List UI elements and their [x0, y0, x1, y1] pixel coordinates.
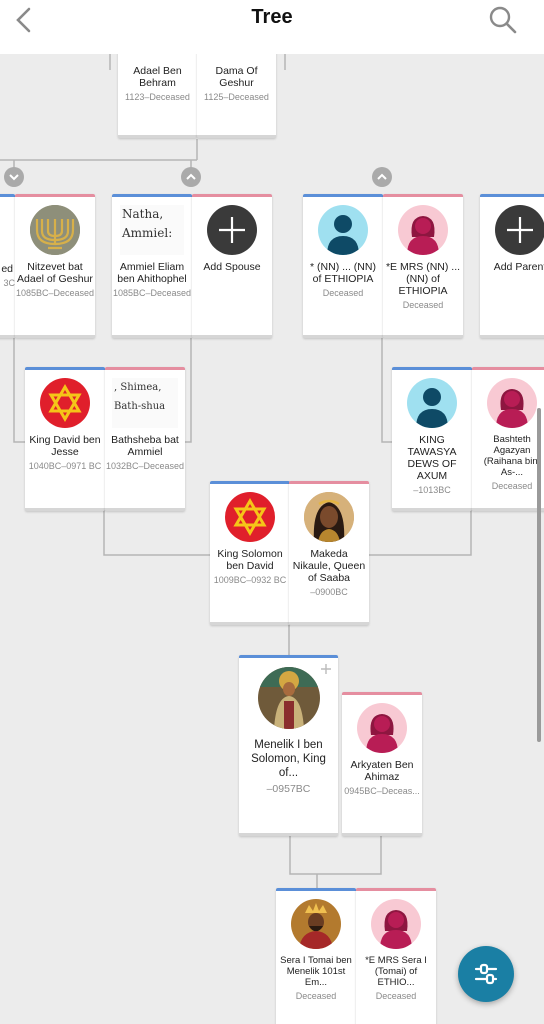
person-card[interactable]: Menelik I ben Solomon, King of... –0957B…: [239, 655, 338, 836]
male-avatar-icon: [407, 378, 457, 428]
person-card[interactable]: ed 3C: [0, 194, 15, 338]
menorah-icon: [30, 205, 80, 255]
person-name: KING TAWASYA DEWS OF AXUM: [407, 434, 457, 482]
add-spouse-label: Add Spouse: [203, 261, 261, 273]
female-avatar-icon: [398, 205, 448, 255]
search-icon: [489, 6, 517, 34]
tree-canvas[interactable]: Adael Ben Behram 1123–Deceased Dama Of G…: [0, 54, 544, 1024]
document-text: Natha, Ammiel:: [122, 207, 173, 240]
collapse-toggle[interactable]: [181, 167, 201, 187]
app-header: Tree: [0, 0, 544, 54]
person-dates: Deceased: [402, 300, 444, 310]
person-dates: 1125–Deceased: [204, 92, 269, 102]
chevron-down-icon: [9, 174, 19, 181]
document-text: , Shimea, Bath-shua: [114, 382, 166, 412]
person-dates: 1085BC–Deceased: [112, 288, 192, 298]
person-name: Bashteth Agazyan (Raihana bint As-...: [483, 434, 541, 478]
chevron-up-icon: [186, 173, 196, 180]
collapse-toggle[interactable]: [372, 167, 392, 187]
person-name: Adael Ben Behram: [133, 65, 182, 89]
person-name: Menelik I ben Solomon, King of...: [251, 739, 326, 779]
person-card[interactable]: King Solomon ben David 1009BC–0932 BC: [210, 481, 290, 625]
person-dates: 1123–Deceased: [125, 92, 190, 102]
person-name: King David ben Jesse: [29, 434, 101, 458]
person-name: * (NN) ... (NN) of ETHIOPIA: [310, 261, 376, 285]
avatar: [30, 205, 80, 255]
person-dates: 1032BC–Deceased: [105, 461, 185, 471]
person-card[interactable]: * (NN) ... (NN) of ETHIOPIA Deceased: [303, 194, 383, 338]
person-name: ed: [1, 263, 13, 275]
person-card[interactable]: King David ben Jesse 1040BC–0971 BC: [25, 367, 105, 511]
filter-sliders-icon: [474, 963, 498, 985]
document-thumbnail: Natha, Ammiel:: [120, 205, 184, 255]
person-card[interactable]: *E MRS Sera I (Tomai) of ETHIO... Deceas…: [356, 888, 436, 1024]
male-avatar-icon: [318, 205, 368, 255]
person-card[interactable]: Nitzevet bat Adael of Geshur 1085BC–Dece…: [15, 194, 95, 338]
female-avatar-icon: [357, 703, 407, 753]
person-dates: 0945BC–Deceas...: [344, 786, 420, 796]
person-dates: Deceased: [295, 991, 337, 1001]
person-card[interactable]: Arkyaten Ben Ahimaz 0945BC–Deceas...: [342, 692, 422, 836]
add-icon: [207, 205, 257, 255]
person-dates: Deceased: [491, 481, 533, 491]
person-name: Sera I Tomai ben Menelik 101st Em...: [280, 955, 352, 988]
person-name: Ammiel Eliam ben Ahithophel: [117, 261, 187, 285]
portrait-photo: [291, 899, 341, 949]
person-card[interactable]: , Shimea, Bath-shua Bathsheba bat Ammiel…: [105, 367, 185, 511]
person-dates: 1009BC–0932 BC: [213, 575, 287, 585]
person-dates: Deceased: [322, 288, 364, 298]
person-name: Arkyaten Ben Ahimaz: [350, 759, 414, 783]
person-card[interactable]: Makeda Nikaule, Queen of Saaba –0900BC: [289, 481, 369, 625]
portrait-photo: [304, 492, 354, 542]
person-dates: –0957BC: [266, 783, 311, 795]
expand-toggle[interactable]: [4, 167, 24, 187]
person-card[interactable]: *E MRS (NN) ... (NN) of ETHIOPIA Decease…: [383, 194, 463, 338]
search-button[interactable]: [488, 5, 518, 35]
person-card[interactable]: KING TAWASYA DEWS OF AXUM –1013BC: [392, 367, 472, 511]
add-parent-card[interactable]: Add Parent: [480, 194, 544, 338]
person-name: Bathsheba bat Ammiel: [111, 434, 179, 458]
add-icon: [495, 205, 544, 255]
person-card[interactable]: Bashteth Agazyan (Raihana bint As-... De…: [472, 367, 544, 511]
person-dates: –0900BC: [310, 587, 348, 597]
female-avatar-icon: [371, 899, 421, 949]
portrait-photo: [257, 667, 320, 729]
person-dates: 3C: [3, 278, 15, 288]
person-name: Nitzevet bat Adael of Geshur: [17, 261, 93, 285]
person-card[interactable]: Natha, Ammiel: Ammiel Eliam ben Ahithoph…: [112, 194, 192, 338]
plus-icon[interactable]: [320, 662, 332, 674]
person-name: King Solomon ben David: [217, 548, 283, 572]
person-dates: –1013BC: [413, 485, 451, 495]
vertical-scrollbar[interactable]: [537, 408, 541, 742]
star-of-david-icon: [225, 492, 275, 542]
person-name: Makeda Nikaule, Queen of Saaba: [292, 548, 366, 584]
person-name: *E MRS Sera I (Tomai) of ETHIO...: [365, 955, 427, 988]
person-dates: 1085BC–Deceased: [15, 288, 95, 298]
person-card[interactable]: Adael Ben Behram 1123–Deceased: [118, 54, 197, 138]
page-title: Tree: [251, 6, 293, 28]
person-name: Dama Of Geshur: [215, 65, 258, 89]
person-dates: Deceased: [375, 991, 417, 1001]
add-spouse-card[interactable]: Add Spouse: [192, 194, 272, 338]
add-parent-label: Add Parent: [493, 261, 544, 273]
person-name: *E MRS (NN) ... (NN) of ETHIOPIA: [385, 261, 461, 297]
person-card[interactable]: Dama Of Geshur 1125–Deceased: [197, 54, 276, 138]
filter-button[interactable]: [458, 946, 514, 1002]
person-card[interactable]: Sera I Tomai ben Menelik 101st Em... Dec…: [276, 888, 356, 1024]
document-thumbnail: , Shimea, Bath-shua: [112, 378, 178, 428]
female-avatar-icon: [487, 378, 537, 428]
star-of-david-icon: [40, 378, 90, 428]
person-dates: 1040BC–0971 BC: [28, 461, 102, 471]
chevron-up-icon: [377, 173, 387, 180]
